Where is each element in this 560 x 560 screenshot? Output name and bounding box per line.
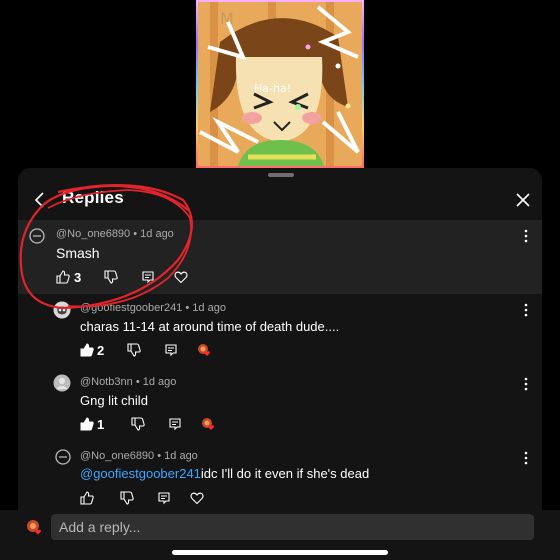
comment-time: 1d ago bbox=[164, 450, 198, 462]
creator-heart-badge bbox=[197, 343, 211, 357]
more-options-icon[interactable] bbox=[524, 303, 528, 317]
avatar[interactable] bbox=[53, 374, 71, 392]
thumbs-down-icon bbox=[127, 343, 141, 357]
like-button[interactable] bbox=[80, 491, 94, 505]
avatar[interactable] bbox=[53, 301, 71, 319]
reply-input[interactable] bbox=[51, 514, 534, 540]
comment-text: charas 11-14 at around time of death dud… bbox=[80, 319, 340, 334]
reply-icon bbox=[169, 418, 181, 431]
comment-text: Smash bbox=[56, 245, 100, 261]
character-illustration: Ha-ha! M bbox=[198, 2, 362, 166]
creator-heart-badge bbox=[201, 417, 215, 431]
comment-author[interactable]: @Notb3nn bbox=[80, 376, 133, 388]
creator-heart-icon bbox=[198, 344, 211, 356]
like-count: 3 bbox=[74, 269, 82, 285]
comment-time: 1d ago bbox=[192, 302, 226, 314]
reply-button[interactable] bbox=[168, 417, 182, 431]
creator-heart-icon bbox=[202, 418, 215, 430]
like-count: 2 bbox=[97, 342, 105, 358]
dislike-button[interactable] bbox=[120, 491, 134, 505]
more-options-icon[interactable] bbox=[524, 229, 528, 243]
comment-author[interactable]: @No_one6890 bbox=[56, 228, 130, 240]
reply-icon bbox=[158, 492, 170, 505]
thumbs-down-icon bbox=[131, 417, 145, 431]
thumbs-down-icon bbox=[120, 491, 134, 505]
heart-button[interactable] bbox=[190, 491, 204, 505]
comment-text: Gng lit child bbox=[80, 393, 148, 408]
user-avatar bbox=[27, 520, 41, 535]
comment-actions bbox=[80, 490, 204, 506]
comment-time: 1d ago bbox=[142, 376, 177, 388]
reply-button[interactable] bbox=[157, 491, 171, 505]
comment-text: @goofiestgoober241idc I'll do it even if… bbox=[80, 466, 369, 481]
video-thumbnail[interactable]: Ha-ha! M bbox=[196, 0, 364, 168]
comment-meta: @No_one6890 • 1d ago bbox=[56, 228, 174, 240]
back-arrow-icon[interactable] bbox=[30, 190, 50, 210]
comment-actions: 3 bbox=[56, 269, 188, 285]
reply-button[interactable] bbox=[141, 270, 155, 284]
close-icon[interactable] bbox=[514, 191, 532, 209]
comment-actions: 2 bbox=[80, 342, 211, 358]
like-count: 1 bbox=[97, 416, 105, 432]
replies-header: Replies bbox=[18, 182, 542, 220]
comment-author[interactable]: @goofiestgoober241 bbox=[80, 302, 182, 314]
avatar[interactable] bbox=[29, 228, 45, 244]
thumbs-up-icon bbox=[80, 491, 94, 505]
home-indicator bbox=[172, 550, 388, 555]
like-button[interactable]: 2 bbox=[80, 343, 104, 358]
panel-title: Replies bbox=[62, 188, 124, 207]
more-options-icon[interactable] bbox=[524, 451, 528, 465]
reply-icon bbox=[165, 344, 177, 357]
heart-button[interactable] bbox=[174, 270, 188, 284]
svg-text:Ha-ha!: Ha-ha! bbox=[254, 82, 291, 95]
like-button[interactable]: 1 bbox=[80, 417, 104, 432]
mention-link[interactable]: @goofiestgoober241 bbox=[80, 466, 201, 481]
dislike-button[interactable] bbox=[131, 417, 145, 431]
thumbs-down-icon bbox=[104, 270, 118, 284]
more-options-icon[interactable] bbox=[524, 377, 528, 391]
thumbs-up-icon bbox=[56, 270, 70, 284]
dislike-button[interactable] bbox=[127, 343, 141, 357]
reply-icon bbox=[142, 271, 154, 284]
thumbs-up-icon bbox=[80, 343, 94, 357]
avatar[interactable] bbox=[55, 449, 71, 465]
thumbs-up-icon bbox=[80, 417, 94, 431]
drag-handle[interactable] bbox=[268, 173, 294, 177]
comment-meta: @goofiestgoober241 • 1d ago bbox=[80, 302, 226, 314]
comment-meta: @Notb3nn • 1d ago bbox=[80, 376, 177, 388]
comment-author[interactable]: @No_one6890 bbox=[80, 450, 154, 462]
reply-text: idc I'll do it even if she's dead bbox=[200, 466, 370, 481]
dislike-button[interactable] bbox=[104, 270, 118, 284]
comment-time: 1d ago bbox=[140, 228, 174, 240]
heart-icon bbox=[190, 492, 204, 505]
svg-text:M: M bbox=[220, 9, 234, 28]
reply-button[interactable] bbox=[164, 343, 178, 357]
comment-meta: @No_one6890 • 1d ago bbox=[80, 450, 198, 462]
comment-actions: 1 bbox=[80, 416, 215, 432]
heart-icon bbox=[174, 271, 188, 284]
like-button[interactable]: 3 bbox=[56, 270, 81, 285]
